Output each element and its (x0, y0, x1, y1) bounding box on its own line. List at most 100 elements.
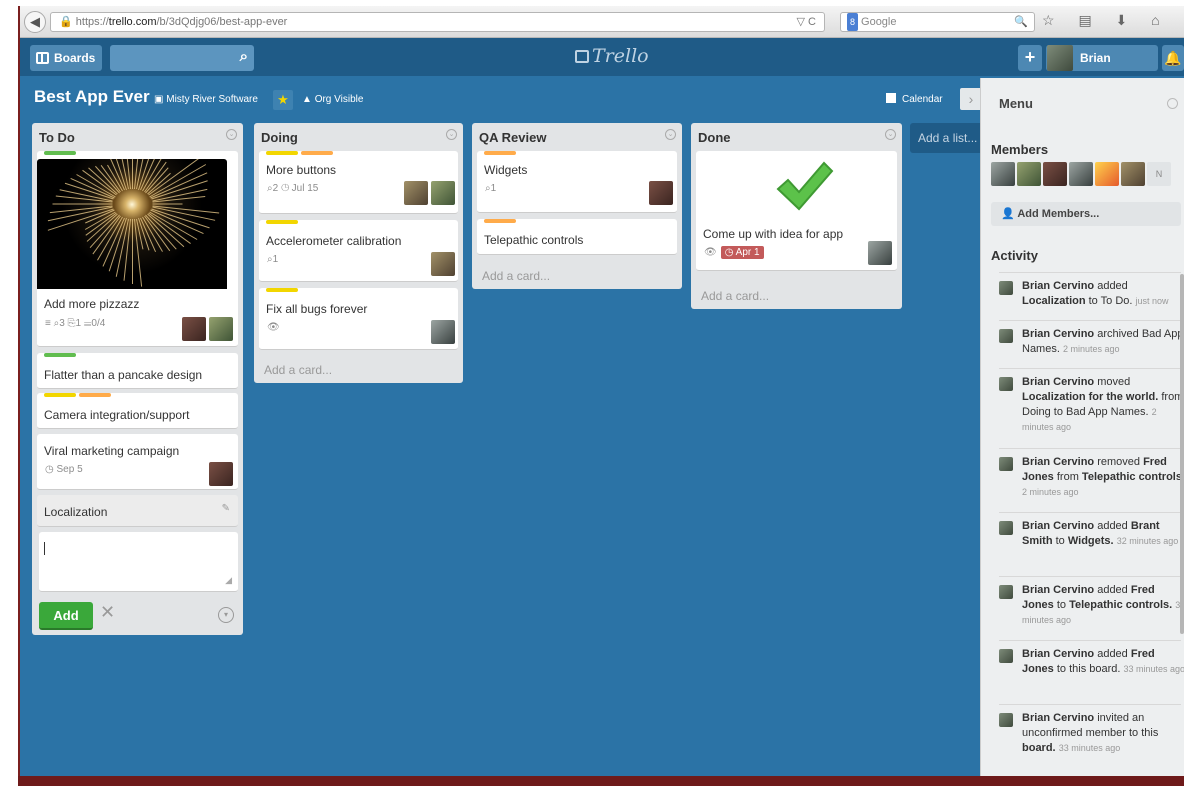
avatar[interactable] (999, 585, 1013, 599)
due-date-badge: ◷ Apr 1 (720, 246, 764, 259)
avatar[interactable] (404, 181, 428, 205)
activity-user[interactable]: Brian Cervino (1022, 456, 1094, 468)
chevron-right-icon[interactable]: › (960, 88, 982, 110)
card[interactable]: Viral marketing campaign ◷ Sep 5 (37, 434, 238, 490)
menu-options-icon[interactable] (1167, 98, 1178, 109)
activity-target[interactable]: board. (1022, 742, 1056, 754)
board-search-input[interactable]: ⌕ (110, 45, 254, 71)
activity-heading: Activity (991, 248, 1038, 263)
add-card-link[interactable]: Add a card... (264, 363, 332, 377)
search-icon[interactable]: 🔍 (1014, 13, 1028, 31)
list-title[interactable]: QA Review (479, 130, 546, 145)
label-orange (484, 151, 516, 155)
avatar[interactable] (868, 241, 892, 265)
avatar-initial[interactable]: N (1147, 162, 1171, 186)
browser-search-box[interactable]: 8 Google 🔍 (840, 12, 1035, 32)
browser-window: ◀ 🔒 https://trello.com/b/3dQdjg06/best-a… (18, 6, 1184, 776)
activity-action: removed (1097, 456, 1140, 468)
new-card-textarea[interactable]: ◢ (39, 532, 238, 592)
notifications-bell-icon[interactable]: 🔔 (1162, 45, 1184, 71)
sidebar-scrollbar[interactable] (1180, 274, 1184, 634)
list-menu-icon[interactable]: ⌄ (885, 129, 896, 140)
window-bottom-border (18, 776, 1184, 786)
avatar[interactable] (999, 377, 1013, 391)
reload-icon[interactable]: ▽ C (797, 13, 816, 31)
avatar[interactable] (1043, 162, 1067, 186)
browser-action-icons[interactable]: ☆ ▤ ⬇ ⌂ ☰ (1042, 12, 1184, 29)
card[interactable]: Add more pizzazz ≡ ⌕3 ⎘1 ☰0/4 (37, 151, 238, 347)
avatar[interactable] (999, 521, 1013, 535)
add-card-link[interactable]: Add a card... (482, 269, 550, 283)
activity-user[interactable]: Brian Cervino (1022, 376, 1094, 388)
activity-user[interactable]: Brian Cervino (1022, 712, 1094, 724)
activity-user[interactable]: Brian Cervino (1022, 520, 1094, 532)
board-title[interactable]: Best App Ever (34, 87, 150, 107)
activity-card[interactable]: Telepathic controls. (1069, 599, 1172, 611)
avatar[interactable] (431, 252, 455, 276)
boards-button[interactable]: Boards (30, 45, 102, 71)
card[interactable]: Camera integration/support (37, 393, 238, 429)
card-options-icon[interactable]: ▾ (218, 607, 234, 623)
calendar-button[interactable]: Calendar (886, 93, 943, 105)
avatar[interactable] (182, 317, 206, 341)
activity-user[interactable]: Brian Cervino (1022, 584, 1094, 596)
close-icon[interactable]: ✕ (100, 602, 115, 623)
list-menu-icon[interactable]: ⌄ (226, 129, 237, 140)
url-domain: trello.com (108, 16, 157, 28)
card[interactable]: Fix all bugs forever 👁 (259, 288, 458, 350)
avatar[interactable] (999, 281, 1013, 295)
list-menu-icon[interactable]: ⌄ (446, 129, 457, 140)
avatar[interactable] (1095, 162, 1119, 186)
user-menu-button[interactable]: Brian Cervino (1046, 45, 1158, 91)
activity-card[interactable]: Telepathic controls. (1082, 471, 1184, 483)
card[interactable]: Flatter than a pancake design (37, 353, 238, 389)
list-title[interactable]: Doing (261, 130, 298, 145)
star-board-icon[interactable]: ★ (273, 90, 293, 110)
activity-user[interactable]: Brian Cervino (1022, 280, 1094, 292)
resize-handle-icon[interactable]: ◢ (225, 575, 232, 586)
add-card-link[interactable]: Add a card... (701, 289, 769, 303)
card[interactable]: Localization ✎ (37, 495, 238, 527)
avatar[interactable] (999, 329, 1013, 343)
activity-detail: to this board. (1056, 663, 1121, 675)
org-link[interactable]: ▣ Misty River Software (154, 94, 258, 105)
activity-card[interactable]: Widgets. (1068, 535, 1114, 547)
card[interactable]: Widgets ⌕1 (477, 151, 677, 213)
card[interactable]: Come up with idea for app 👁 ◷ Apr 1 (696, 151, 897, 271)
avatar[interactable] (1121, 162, 1145, 186)
activity-target[interactable]: Localization (1022, 295, 1086, 307)
card[interactable]: Accelerometer calibration ⌕1 (259, 220, 458, 282)
add-card-button[interactable]: Add (39, 602, 93, 630)
avatar[interactable] (1069, 162, 1093, 186)
add-list-button[interactable]: Add a list... (910, 123, 990, 153)
search-icon[interactable]: ⌕ (240, 48, 248, 65)
avatar[interactable] (999, 457, 1013, 471)
address-bar[interactable]: 🔒 https://trello.com/b/3dQdjg06/best-app… (50, 12, 825, 32)
avatar[interactable] (209, 462, 233, 486)
avatar[interactable] (1017, 162, 1041, 186)
activity-user[interactable]: Brian Cervino (1022, 328, 1094, 340)
list-doing: Doing ⌄ More buttons ⌕2 ◷ Jul 15 Acceler… (254, 123, 463, 383)
card[interactable]: More buttons ⌕2 ◷ Jul 15 (259, 151, 458, 214)
activity-item: Brian Cervino moved Localization for the… (999, 368, 1183, 448)
add-members-button[interactable]: 👤 Add Members... (991, 202, 1181, 226)
edit-pencil-icon[interactable]: ✎ (222, 503, 230, 514)
back-arrow-icon[interactable]: ◀ (24, 11, 46, 33)
avatar[interactable] (999, 713, 1013, 727)
trello-logo[interactable]: Trello (575, 45, 649, 67)
add-button[interactable]: + (1018, 45, 1042, 71)
avatar[interactable] (999, 649, 1013, 663)
list-title[interactable]: To Do (39, 130, 75, 145)
avatar[interactable] (431, 181, 455, 205)
list-title[interactable]: Done (698, 130, 731, 145)
card[interactable]: Telepathic controls (477, 219, 677, 255)
avatar[interactable] (649, 181, 673, 205)
list-menu-icon[interactable]: ⌄ (665, 129, 676, 140)
avatar[interactable] (209, 317, 233, 341)
activity-user[interactable]: Brian Cervino (1022, 648, 1094, 660)
avatar[interactable] (991, 162, 1015, 186)
visibility-button[interactable]: ▲ Org Visible (302, 94, 363, 105)
activity-target[interactable]: Localization for the world. (1022, 391, 1158, 403)
card-title: Fix all bugs forever (266, 302, 368, 316)
avatar[interactable] (431, 320, 455, 344)
